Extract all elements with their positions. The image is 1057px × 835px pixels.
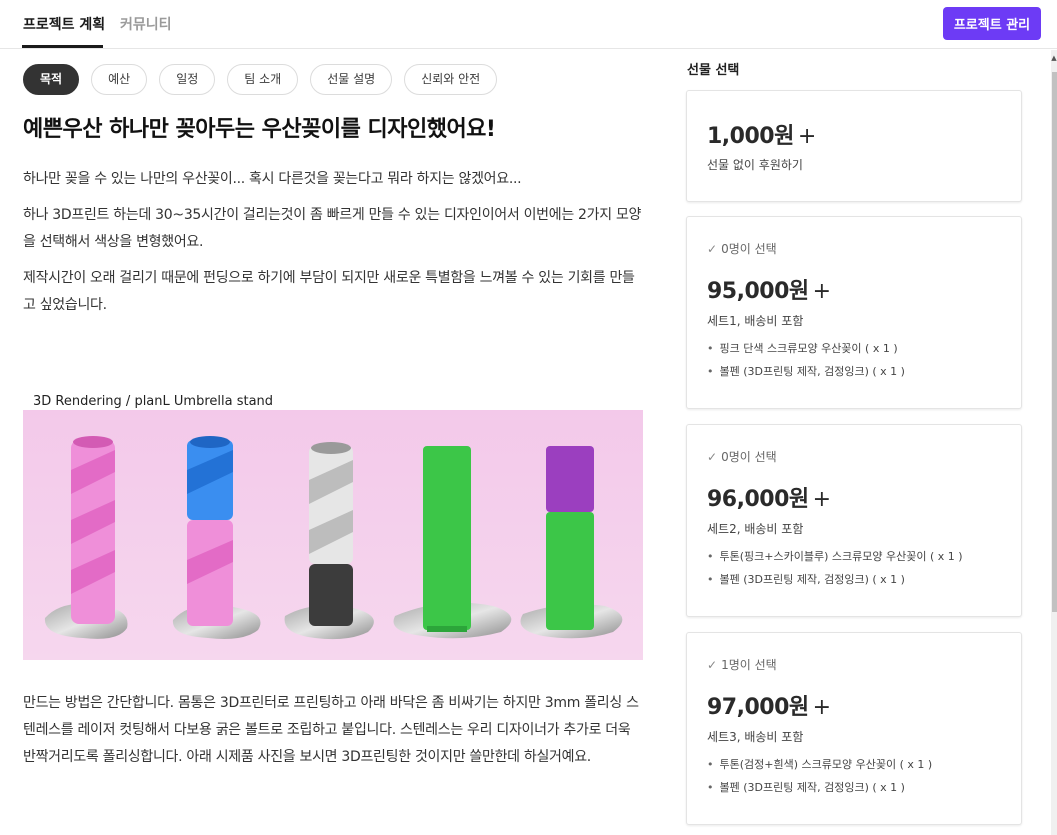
project-manage-button[interactable]: 프로젝트 관리 [943,7,1041,40]
gift-selection-title: 선물 선택 [687,63,740,78]
section-chips: 목적 예산 일정 팀 소개 선물 설명 신뢰와 안전 [23,64,498,95]
story-paragraph: 만드는 방법은 간단합니다. 몸통은 3D프린터로 프린팅하고 아래 바닥은 좀… [23,695,639,765]
gift-description: 선물 없이 후원하기 [707,158,803,172]
gift-price: 1,000원 + [707,124,816,149]
selected-count: ✓ 0명이 선택 [707,450,777,464]
gift-item: 투톤(핑크+스카이블루) 스크류모양 우산꽂이 ( x 1 ) [707,548,963,564]
story-paragraph: 하나 3D프린트 하는데 30~35시간이 걸리는것이 좀 빠르게 만들 수 있… [23,207,642,250]
check-icon: ✓ [707,450,718,464]
gift-description: 세트3, 배송비 포함 [707,730,804,744]
umbrella-stand-rendering-image [23,410,643,660]
scrollbar-thumb[interactable] [1052,72,1057,612]
gift-price: 96,000원 + [707,487,831,512]
active-tab-underline [22,45,103,48]
chip-schedule[interactable]: 일정 [159,64,216,95]
gift-item: 핑크 단색 스크류모양 우산꽂이 ( x 1 ) [707,340,898,356]
gift-item: 투톤(검정+흰색) 스크류모양 우산꽂이 ( x 1 ) [707,756,933,772]
gift-item: 볼펜 (3D프린팅 제작, 검정잉크) ( x 1 ) [707,363,905,379]
gift-price: 97,000원 + [707,695,831,720]
check-icon: ✓ [707,658,718,672]
chip-purpose[interactable]: 목적 [23,64,80,95]
gift-item: 볼펜 (3D프린팅 제작, 검정잉크) ( x 1 ) [707,571,905,587]
gift-item: 볼펜 (3D프린팅 제작, 검정잉크) ( x 1 ) [707,779,905,795]
story-headline: 예쁜우산 하나만 꽂아두는 우산꽂이를 디자인했어요! [23,117,496,142]
story-paragraph: 하나만 꽂을 수 있는 나만의 우산꽂이... 혹시 다른것을 꽂는다고 뭐라 … [23,171,522,187]
top-nav: 프로젝트 계획 커뮤니티 프로젝트 관리 [0,0,1057,49]
check-icon: ✓ [707,242,718,256]
story-paragraph: 제작시간이 오래 걸리기 때문에 펀딩으로 하기에 부담이 되지만 새로운 특별… [23,270,635,313]
chip-trust-safety[interactable]: 신뢰와 안전 [404,64,498,95]
selected-count: ✓ 0명이 선택 [707,242,777,256]
gift-description: 세트1, 배송비 포함 [707,314,804,328]
arrow-up-icon[interactable]: ▲ [1051,53,1057,63]
gift-card[interactable]: ✓0명이 선택 95,000원+ 세트1, 배송비 포함 핑크 단색 스크류모양… [686,216,1022,409]
gift-card[interactable]: 1,000원 + 선물 없이 후원하기 [686,90,1022,202]
gift-card[interactable]: ✓0명이 선택 96,000원+ 세트2, 배송비 포함 투톤(핑크+스카이블루… [686,424,1022,617]
gift-price: 95,000원 + [707,279,831,304]
tab-project-plan[interactable]: 프로젝트 계획 [23,14,105,34]
selected-count: ✓ 1명이 선택 [707,658,777,672]
gift-description: 세트2, 배송비 포함 [707,522,804,536]
chip-budget[interactable]: 예산 [91,64,148,95]
gift-card[interactable]: ✓1명이 선택 97,000원+ 세트3, 배송비 포함 투톤(검정+흰색) 스… [686,632,1022,825]
tab-community[interactable]: 커뮤니티 [120,14,172,34]
chip-team[interactable]: 팀 소개 [227,64,299,95]
story-content: 예쁜우산 하나만 꽂아두는 우산꽂이를 디자인했어요! 하나만 꽂을 수 있는 … [23,110,643,319]
image-caption: 3D Rendering / planL Umbrella stand [33,394,274,409]
chip-gift-description[interactable]: 선물 설명 [310,64,393,95]
